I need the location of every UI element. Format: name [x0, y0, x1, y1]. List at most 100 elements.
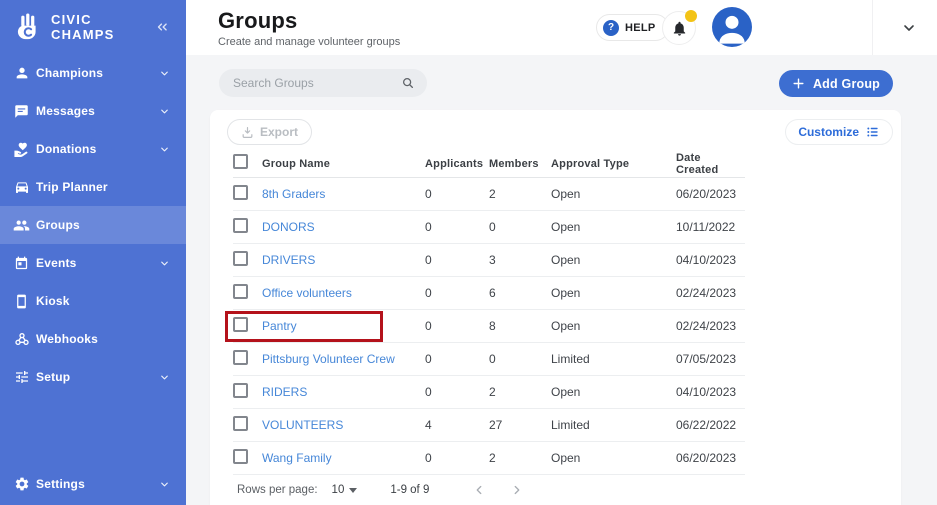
row-checkbox[interactable] — [233, 383, 248, 398]
user-avatar[interactable] — [712, 7, 752, 47]
group-name-link[interactable]: Office volunteers — [262, 286, 352, 300]
date-created-value: 04/10/2023 — [676, 253, 745, 267]
sidebar-item-donations[interactable]: Donations — [0, 130, 186, 168]
table-row[interactable]: DONORS 0 0 Open 10/11/2022 — [233, 211, 745, 244]
sidebar-item-kiosk[interactable]: Kiosk — [0, 282, 186, 320]
table-row[interactable]: Wang Family 0 2 Open 06/20/2023 — [233, 442, 745, 475]
group-name-link[interactable]: DRIVERS — [262, 253, 315, 267]
next-page-button[interactable] — [505, 478, 529, 502]
approval-type-value: Open — [551, 253, 676, 267]
content-area: Add Group Export Customize Group — [186, 55, 937, 505]
row-checkbox[interactable] — [233, 185, 248, 200]
group-name-link[interactable]: Pittsburg Volunteer Crew — [262, 352, 395, 366]
row-checkbox[interactable] — [233, 317, 248, 332]
sidebar-collapse-icon[interactable] — [152, 17, 172, 37]
pagination-bar: Rows per page: 10 1-9 of 9 — [237, 475, 901, 505]
chat-icon — [13, 103, 30, 120]
customize-button[interactable]: Customize — [785, 119, 893, 145]
select-all-checkbox[interactable] — [233, 154, 248, 169]
row-checkbox[interactable] — [233, 416, 248, 431]
members-value: 6 — [489, 286, 551, 300]
account-chevron-down-icon[interactable] — [901, 20, 917, 36]
civic-champs-logo-icon — [13, 12, 44, 43]
sidebar-item-settings[interactable]: Settings — [0, 465, 186, 503]
approval-type-value: Open — [551, 319, 676, 333]
rows-per-page-select[interactable]: 10 — [332, 484, 358, 496]
members-value: 0 — [489, 352, 551, 366]
avatar-person-icon — [712, 7, 752, 47]
webhook-icon — [13, 331, 30, 348]
header-divider — [872, 0, 873, 55]
previous-page-button[interactable] — [467, 478, 491, 502]
sidebar-nav: Champions Messages Donations Trip Planne… — [0, 54, 186, 396]
sidebar-item-webhooks[interactable]: Webhooks — [0, 320, 186, 358]
table-row[interactable]: 8th Graders 0 2 Open 06/20/2023 — [233, 178, 745, 211]
sidebar: CIVIC CHAMPS Champions Messages — [0, 0, 186, 505]
group-name-link[interactable]: Wang Family — [262, 451, 332, 465]
sidebar-item-label: Events — [36, 256, 159, 270]
approval-type-value: Open — [551, 187, 676, 201]
column-header-date-created[interactable]: Date Created — [676, 152, 745, 176]
main-area: Groups Create and manage volunteer group… — [186, 0, 937, 505]
applicants-value: 0 — [425, 319, 489, 333]
applicants-value: 0 — [425, 253, 489, 267]
chevron-down-icon — [159, 479, 170, 490]
row-checkbox[interactable] — [233, 350, 248, 365]
add-group-label: Add Group — [813, 77, 880, 91]
group-name-link[interactable]: DONORS — [262, 220, 315, 234]
chevron-down-icon — [159, 68, 170, 79]
sidebar-item-events[interactable]: Events — [0, 244, 186, 282]
sidebar-item-champions[interactable]: Champions — [0, 54, 186, 92]
table-row[interactable]: Office volunteers 0 6 Open 02/24/2023 — [233, 277, 745, 310]
car-icon — [13, 179, 30, 196]
help-label: HELP — [625, 22, 656, 34]
members-value: 2 — [489, 385, 551, 399]
search-input[interactable] — [233, 76, 401, 90]
chevron-left-icon — [472, 483, 486, 497]
sidebar-item-label: Trip Planner — [36, 180, 170, 194]
sidebar-item-label: Setup — [36, 370, 159, 384]
row-checkbox[interactable] — [233, 251, 248, 266]
sidebar-item-groups[interactable]: Groups — [0, 206, 186, 244]
table-row[interactable]: Pantry 0 8 Open 02/24/2023 — [233, 310, 745, 343]
chevron-down-icon — [159, 144, 170, 155]
row-checkbox[interactable] — [233, 449, 248, 464]
notifications-button[interactable] — [662, 11, 696, 45]
applicants-value: 0 — [425, 385, 489, 399]
sidebar-item-trip-planner[interactable]: Trip Planner — [0, 168, 186, 206]
group-name-link[interactable]: Pantry — [262, 319, 297, 333]
search-icon — [401, 76, 415, 90]
caret-down-icon — [349, 488, 357, 493]
group-name-link[interactable]: 8th Graders — [262, 187, 325, 201]
table-row[interactable]: RIDERS 0 2 Open 04/10/2023 — [233, 376, 745, 409]
group-name-link[interactable]: VOLUNTEERS — [262, 418, 343, 432]
table-row[interactable]: VOLUNTEERS 4 27 Limited 06/22/2022 — [233, 409, 745, 442]
search-groups-field[interactable] — [219, 69, 427, 97]
sidebar-item-setup[interactable]: Setup — [0, 358, 186, 396]
help-button[interactable]: ? HELP — [596, 14, 669, 41]
approval-type-value: Open — [551, 286, 676, 300]
table-row[interactable]: DRIVERS 0 3 Open 04/10/2023 — [233, 244, 745, 277]
rows-per-page-value: 10 — [332, 484, 345, 496]
group-name-link[interactable]: RIDERS — [262, 385, 307, 399]
row-checkbox[interactable] — [233, 218, 248, 233]
date-created-value: 02/24/2023 — [676, 286, 745, 300]
add-group-button[interactable]: Add Group — [779, 70, 893, 97]
calendar-icon — [13, 255, 30, 272]
row-checkbox[interactable] — [233, 284, 248, 299]
column-header-approval-type[interactable]: Approval Type — [551, 158, 676, 170]
brand: CIVIC CHAMPS — [0, 0, 186, 54]
list-icon — [866, 125, 880, 139]
sidebar-item-messages[interactable]: Messages — [0, 92, 186, 130]
export-button[interactable]: Export — [227, 119, 312, 145]
table-row[interactable]: Pittsburg Volunteer Crew 0 0 Limited 07/… — [233, 343, 745, 376]
column-header-members[interactable]: Members — [489, 158, 551, 170]
person-icon — [13, 65, 30, 82]
plus-icon — [792, 77, 805, 90]
date-created-value: 06/22/2022 — [676, 418, 745, 432]
applicants-value: 4 — [425, 418, 489, 432]
column-header-group-name[interactable]: Group Name — [262, 158, 425, 170]
column-header-applicants[interactable]: Applicants — [425, 158, 489, 170]
members-value: 2 — [489, 187, 551, 201]
groups-table-card: Export Customize Group Name Applicants M… — [210, 110, 901, 505]
